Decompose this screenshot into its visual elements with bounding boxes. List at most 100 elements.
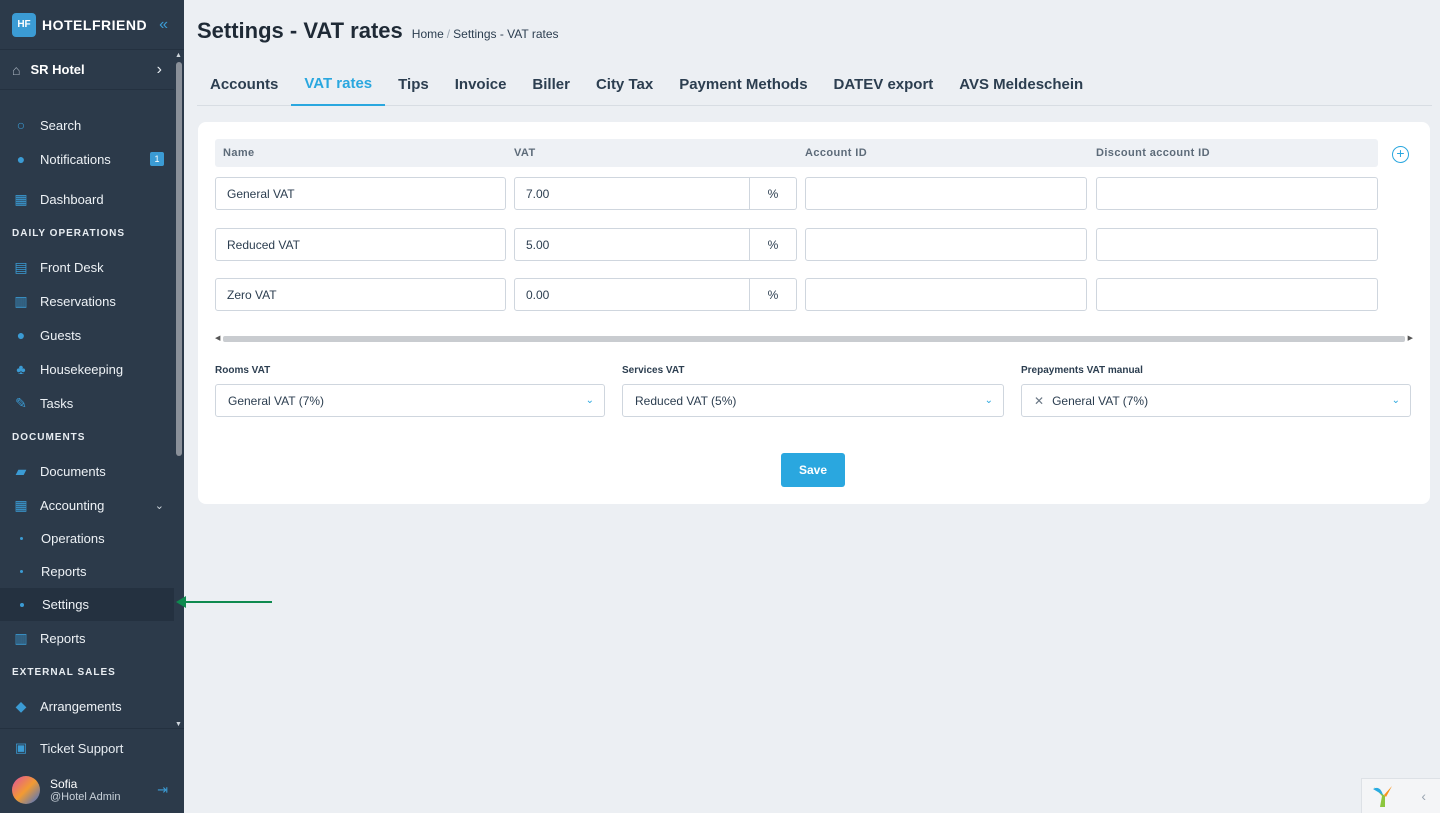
- nav-menu: ○ Search ● Notifications 1 ▦ Dashboard D…: [0, 92, 174, 728]
- sidebar-item-label: Operations: [41, 531, 105, 546]
- save-button[interactable]: Save: [781, 453, 845, 487]
- rooms-vat-select[interactable]: General VAT (7%) ⌄: [215, 384, 605, 417]
- sidebar-item-label: Documents: [40, 463, 106, 479]
- sidebar-item-label: Notifications: [40, 151, 111, 167]
- sidebar-item-accounting[interactable]: ▦ Accounting ⌄: [0, 488, 174, 522]
- column-header-name: Name: [223, 147, 255, 159]
- page-title: Settings - VAT rates: [197, 18, 403, 43]
- column-header-discount-account-id: Discount account ID: [1096, 147, 1210, 159]
- sidebar-subitem-operations[interactable]: Operations: [0, 522, 174, 555]
- sidebar-footer: ▣ Ticket Support Sofia @Hotel Admin ⇥: [0, 728, 184, 813]
- tab-city-tax[interactable]: City Tax: [583, 62, 666, 106]
- collapse-sidebar-icon[interactable]: «: [159, 16, 168, 34]
- chevron-down-icon: ⌄: [1391, 395, 1400, 406]
- sidebar-item-label: Accounting: [40, 497, 105, 513]
- account-id-field[interactable]: [805, 177, 1087, 210]
- settings-tabs: Accounts VAT rates Tips Invoice Biller C…: [197, 62, 1432, 106]
- chevron-down-icon: ⌄: [585, 395, 594, 406]
- table-row: Reduced VAT 5.00 %: [215, 228, 1378, 261]
- tab-invoice[interactable]: Invoice: [442, 62, 520, 106]
- discount-account-id-field[interactable]: [1096, 177, 1378, 210]
- sidebar-item-documents[interactable]: ▰ Documents: [0, 454, 174, 488]
- section-documents: DOCUMENTS: [12, 431, 86, 443]
- reservations-icon: ▥: [14, 292, 28, 309]
- breadcrumb-home[interactable]: Home: [412, 27, 444, 41]
- add-vat-rate-button[interactable]: +: [1392, 146, 1409, 163]
- close-icon[interactable]: ✕: [1034, 394, 1044, 408]
- percent-addon: %: [750, 177, 797, 210]
- scrollbar-thumb[interactable]: [223, 336, 1405, 342]
- user-icon: ●: [16, 327, 26, 343]
- tab-accounts[interactable]: Accounts: [197, 62, 291, 106]
- select-value: General VAT (7%): [1052, 393, 1149, 408]
- table-horizontal-scrollbar[interactable]: ◀ ▶: [215, 334, 1413, 344]
- ticket-support-label: Ticket Support: [40, 740, 124, 756]
- folder-icon: ▰: [15, 462, 27, 479]
- bullet-icon: [20, 570, 23, 573]
- sidebar-item-label: Search: [40, 117, 82, 133]
- sidebar-item-label: Reservations: [40, 293, 116, 309]
- scrollbar-thumb[interactable]: [176, 62, 182, 456]
- user-name: Sofia: [50, 777, 78, 791]
- sidebar-item-reservations[interactable]: ▥ Reservations: [0, 284, 174, 318]
- vat-rate-field[interactable]: 7.00: [514, 177, 750, 210]
- tab-vat-rates[interactable]: VAT rates: [291, 62, 386, 106]
- prepayments-vat-label: Prepayments VAT manual: [1021, 365, 1143, 376]
- sidebar-item-reports[interactable]: ▥ Reports: [0, 621, 174, 655]
- sidebar-item-housekeeping[interactable]: ♣ Housekeeping: [0, 352, 174, 386]
- discount-account-id-field[interactable]: [1096, 228, 1378, 261]
- scroll-down-icon[interactable]: ▼: [175, 721, 182, 728]
- scroll-left-icon[interactable]: ◀: [215, 334, 220, 342]
- tab-payment-methods[interactable]: Payment Methods: [666, 62, 820, 106]
- scroll-right-icon[interactable]: ▶: [1408, 334, 1413, 342]
- tab-biller[interactable]: Biller: [519, 62, 583, 106]
- sidebar-item-search[interactable]: ○ Search: [0, 108, 174, 142]
- vat-rate-field[interactable]: 0.00: [514, 278, 750, 311]
- sidebar-subitem-settings[interactable]: Settings: [0, 588, 174, 621]
- sidebar-item-notifications[interactable]: ● Notifications 1: [0, 142, 174, 176]
- sidebar-item-label: Housekeeping: [40, 361, 124, 377]
- accounting-icon: ▦: [14, 496, 28, 513]
- bell-icon: ●: [16, 151, 26, 167]
- tab-tips[interactable]: Tips: [385, 62, 442, 106]
- user-role: @Hotel Admin: [50, 791, 121, 803]
- vat-name-field[interactable]: Zero VAT: [215, 278, 506, 311]
- vat-name-field[interactable]: Reduced VAT: [215, 228, 506, 261]
- hotel-selector[interactable]: ⌂ SR Hotel ›: [0, 50, 184, 90]
- sidebar-item-label: Settings: [42, 597, 89, 612]
- sidebar-item-front-desk[interactable]: ▤ Front Desk: [0, 250, 174, 284]
- bullet-icon: [20, 602, 24, 607]
- main-content: Settings - VAT rates Home / Settings - VAT…: [184, 0, 1440, 813]
- sidebar-item-guests[interactable]: ● Guests: [0, 318, 174, 352]
- tab-avs-meldeschein[interactable]: AVS Meldeschein: [946, 62, 1096, 106]
- sidebar-subitem-reports[interactable]: Reports: [0, 555, 174, 588]
- user-profile[interactable]: Sofia @Hotel Admin ⇥: [0, 767, 184, 813]
- account-id-field[interactable]: [805, 278, 1087, 311]
- services-vat-select[interactable]: Reduced VAT (5%) ⌄: [622, 384, 1004, 417]
- discount-account-id-field[interactable]: [1096, 278, 1378, 311]
- sidebar-item-tasks[interactable]: ✎ Tasks: [0, 386, 174, 420]
- dashboard-icon: ▦: [14, 190, 28, 207]
- breadcrumb: Home / Settings - VAT rates: [411, 27, 559, 41]
- wrench-icon: ✎: [15, 394, 27, 411]
- vat-name-field[interactable]: General VAT: [215, 177, 506, 210]
- sidebar-scrollbar[interactable]: ▲ ▼: [174, 52, 184, 728]
- debug-toolbar-widget[interactable]: ‹: [1361, 778, 1440, 813]
- vat-rate-field[interactable]: 5.00: [514, 228, 750, 261]
- sidebar-item-label: Reports: [40, 630, 86, 646]
- logout-icon[interactable]: ⇥: [157, 782, 168, 798]
- services-vat-label: Services VAT: [622, 365, 685, 376]
- vat-rates-card: Name VAT Account ID Discount account ID …: [198, 122, 1430, 504]
- sidebar-item-label: Reports: [41, 564, 87, 579]
- chevron-left-icon[interactable]: ‹: [1421, 788, 1426, 804]
- tab-datev-export[interactable]: DATEV export: [821, 62, 947, 106]
- ticket-support-link[interactable]: ▣ Ticket Support: [0, 729, 184, 767]
- sidebar-item-label: Front Desk: [40, 259, 104, 275]
- sidebar-item-dashboard[interactable]: ▦ Dashboard: [0, 182, 174, 216]
- table-row: General VAT 7.00 %: [215, 177, 1378, 210]
- sidebar-item-arrangements[interactable]: ◆ Arrangements: [0, 689, 174, 723]
- select-value: Reduced VAT (5%): [635, 393, 737, 408]
- account-id-field[interactable]: [805, 228, 1087, 261]
- scroll-up-icon[interactable]: ▲: [175, 52, 182, 59]
- prepayments-vat-select[interactable]: ✕ General VAT (7%) ⌄: [1021, 384, 1411, 417]
